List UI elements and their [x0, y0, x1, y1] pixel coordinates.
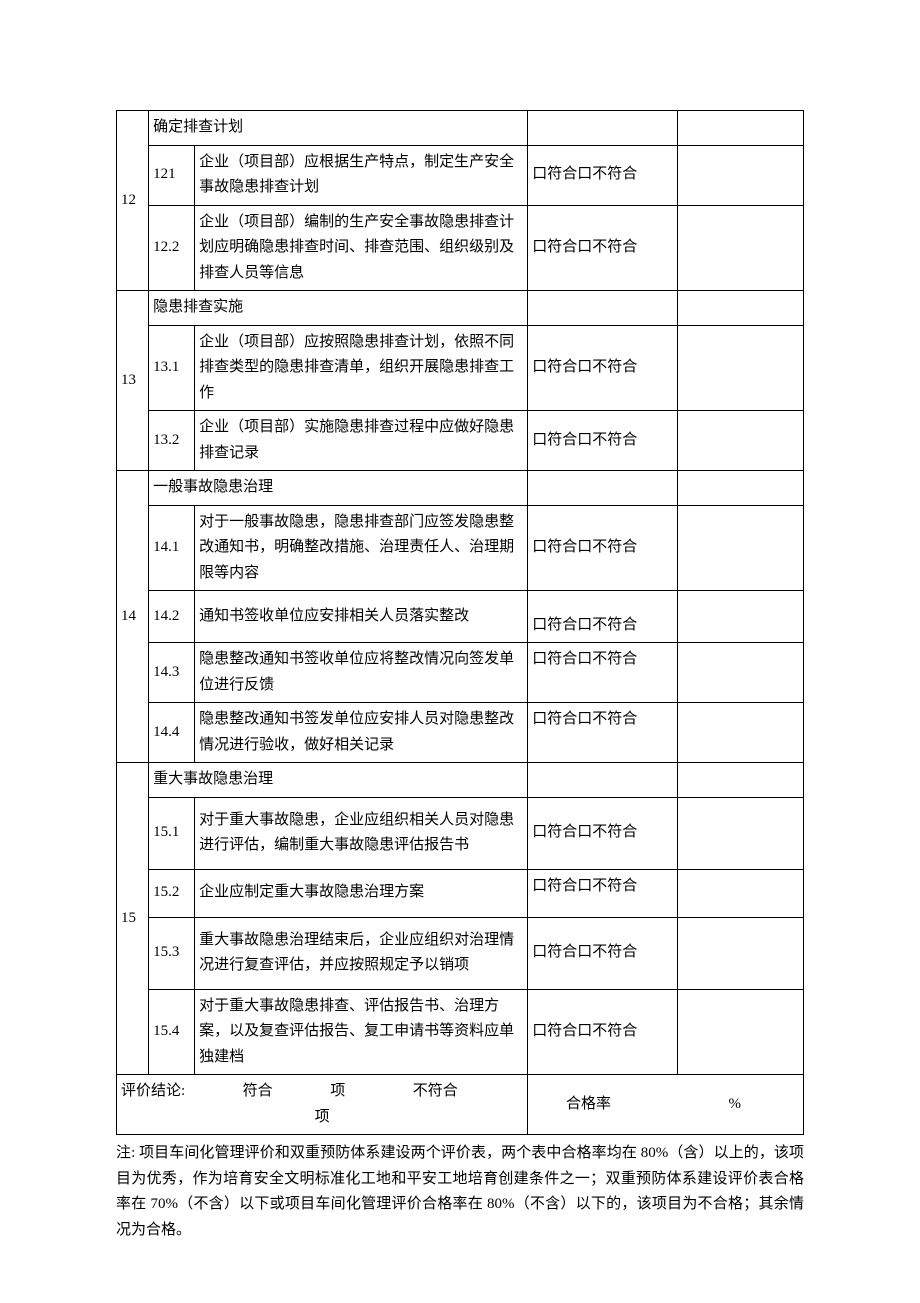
- table-row: 13.2 企业（项目部）实施隐患排查过程中应做好隐患排查记录 口符合口不符合: [117, 411, 804, 471]
- description: 对于重大事故隐患，企业应组织相关人员对隐患进行评估，编制重大事故隐患评估报告书: [195, 797, 528, 869]
- compliance-cell: [528, 291, 677, 326]
- conclusion-prefix: 评价结论:: [121, 1083, 185, 1099]
- conclusion-item-label-1: 项: [330, 1083, 345, 1099]
- table-row: 14.3 隐患整改通知书签收单位应将整改情况向签发单位进行反馈 口符合口不符合: [117, 643, 804, 703]
- table-row: 12.2 企业（项目部）编制的生产安全事故隐患排查计划应明确隐患排查时间、排查范…: [117, 205, 804, 291]
- section-header: 确定排查计划: [149, 111, 528, 146]
- sub-number: 13.1: [149, 325, 195, 411]
- sub-number: 15.1: [149, 797, 195, 869]
- table-row: 13.1 企业（项目部）应按照隐患排查计划，依照不同排查类型的隐患排查清单，组织…: [117, 325, 804, 411]
- description: 企业（项目部）应根据生产特点，制定生产安全事故隐患排查计划: [195, 145, 528, 205]
- section-header: 重大事故隐患治理: [149, 763, 528, 798]
- section-header-row: 12 确定排查计划: [117, 111, 804, 146]
- conclusion-noncompliant-label: 不符合: [413, 1083, 458, 1099]
- section-header-row: 14 一般事故隐患治理: [117, 471, 804, 506]
- description: 对于一般事故隐患，隐患排查部门应签发隐患整改通知书，明确整改措施、治理责任人、治…: [195, 505, 528, 591]
- remark-cell: [677, 325, 803, 411]
- conclusion-item-label-2: 项: [315, 1109, 330, 1125]
- compliance-cell: 口符合口不符合: [528, 205, 677, 291]
- sub-number: 12.2: [149, 205, 195, 291]
- evaluation-table: 12 确定排查计划 121 企业（项目部）应根据生产特点，制定生产安全事故隐患排…: [116, 110, 804, 1135]
- compliance-cell: 口符合口不符合: [528, 989, 677, 1075]
- description: 企业（项目部）实施隐患排查过程中应做好隐患排查记录: [195, 411, 528, 471]
- conclusion-compliant-label: 符合: [243, 1083, 273, 1099]
- remark-cell: [677, 643, 803, 703]
- rate-label: 合格率: [566, 1096, 611, 1112]
- sub-number: 14.1: [149, 505, 195, 591]
- sub-number: 14.2: [149, 591, 195, 643]
- compliance-cell: 口符合口不符合: [528, 145, 677, 205]
- sub-number: 13.2: [149, 411, 195, 471]
- description: 对于重大事故隐患排查、评估报告书、治理方案，以及复查评估报告、复工申请书等资料应…: [195, 989, 528, 1075]
- description: 企业（项目部）编制的生产安全事故隐患排查计划应明确隐患排查时间、排查范围、组织级…: [195, 205, 528, 291]
- remark-cell: [677, 291, 803, 326]
- remark-cell: [677, 989, 803, 1075]
- remark-cell: [677, 591, 803, 643]
- group-number: 12: [117, 111, 149, 291]
- compliance-cell: 口符合口不符合: [528, 591, 677, 643]
- remark-cell: [677, 411, 803, 471]
- table-row: 14.2 通知书签收单位应安排相关人员落实整改 口符合口不符合: [117, 591, 804, 643]
- remark-cell: [677, 471, 803, 506]
- description: 通知书签收单位应安排相关人员落实整改: [195, 591, 528, 643]
- remark-cell: [677, 917, 803, 989]
- table-row: 14.4 隐患整改通知书签发单位应安排人员对隐患整改情况进行验收，做好相关记录 …: [117, 703, 804, 763]
- table-row: 15.3 重大事故隐患治理结束后，企业应组织对治理情况进行复查评估，并应按照规定…: [117, 917, 804, 989]
- compliance-cell: 口符合口不符合: [528, 869, 677, 917]
- group-number: 15: [117, 763, 149, 1075]
- conclusion-left-cell: 评价结论: 符合 项 不符合 项: [117, 1075, 528, 1135]
- group-number: 13: [117, 291, 149, 471]
- compliance-cell: 口符合口不符合: [528, 643, 677, 703]
- group-number: 14: [117, 471, 149, 763]
- percent-sign: %: [729, 1096, 742, 1112]
- table-row: 15.4 对于重大事故隐患排查、评估报告书、治理方案，以及复查评估报告、复工申请…: [117, 989, 804, 1075]
- remark-cell: [677, 703, 803, 763]
- section-header: 一般事故隐患治理: [149, 471, 528, 506]
- description: 企业（项目部）应按照隐患排查计划，依照不同排查类型的隐患排查清单，组织开展隐患排…: [195, 325, 528, 411]
- compliance-cell: [528, 111, 677, 146]
- compliance-cell: 口符合口不符合: [528, 505, 677, 591]
- compliance-cell: 口符合口不符合: [528, 797, 677, 869]
- remark-cell: [677, 145, 803, 205]
- remark-cell: [677, 505, 803, 591]
- table-row: 121 企业（项目部）应根据生产特点，制定生产安全事故隐患排查计划 口符合口不符…: [117, 145, 804, 205]
- description: 隐患整改通知书签发单位应安排人员对隐患整改情况进行验收，做好相关记录: [195, 703, 528, 763]
- section-header-row: 15 重大事故隐患治理: [117, 763, 804, 798]
- sub-number: 15.3: [149, 917, 195, 989]
- remark-cell: [677, 869, 803, 917]
- conclusion-row: 评价结论: 符合 项 不符合 项 合格率 %: [117, 1075, 804, 1135]
- description: 企业应制定重大事故隐患治理方案: [195, 869, 528, 917]
- sub-number: 14.3: [149, 643, 195, 703]
- remark-cell: [677, 797, 803, 869]
- sub-number: 15.2: [149, 869, 195, 917]
- compliance-cell: 口符合口不符合: [528, 703, 677, 763]
- remark-cell: [677, 111, 803, 146]
- section-header: 隐患排查实施: [149, 291, 528, 326]
- compliance-cell: [528, 763, 677, 798]
- sub-number: 121: [149, 145, 195, 205]
- sub-number: 15.4: [149, 989, 195, 1075]
- table-row: 15.2 企业应制定重大事故隐患治理方案 口符合口不符合: [117, 869, 804, 917]
- compliance-cell: 口符合口不符合: [528, 411, 677, 471]
- description: 重大事故隐患治理结束后，企业应组织对治理情况进行复查评估，并应按照规定予以销项: [195, 917, 528, 989]
- conclusion-right-cell: 合格率 %: [528, 1075, 804, 1135]
- remark-cell: [677, 205, 803, 291]
- remark-cell: [677, 763, 803, 798]
- table-row: 14.1 对于一般事故隐患，隐患排查部门应签发隐患整改通知书，明确整改措施、治理…: [117, 505, 804, 591]
- table-row: 15.1 对于重大事故隐患，企业应组织相关人员对隐患进行评估，编制重大事故隐患评…: [117, 797, 804, 869]
- description: 隐患整改通知书签收单位应将整改情况向签发单位进行反馈: [195, 643, 528, 703]
- compliance-cell: 口符合口不符合: [528, 917, 677, 989]
- compliance-cell: [528, 471, 677, 506]
- sub-number: 14.4: [149, 703, 195, 763]
- section-header-row: 13 隐患排查实施: [117, 291, 804, 326]
- compliance-cell: 口符合口不符合: [528, 325, 677, 411]
- footnote: 注: 项目车间化管理评价和双重预防体系建设两个评价表，两个表中合格率均在 80%…: [116, 1141, 804, 1243]
